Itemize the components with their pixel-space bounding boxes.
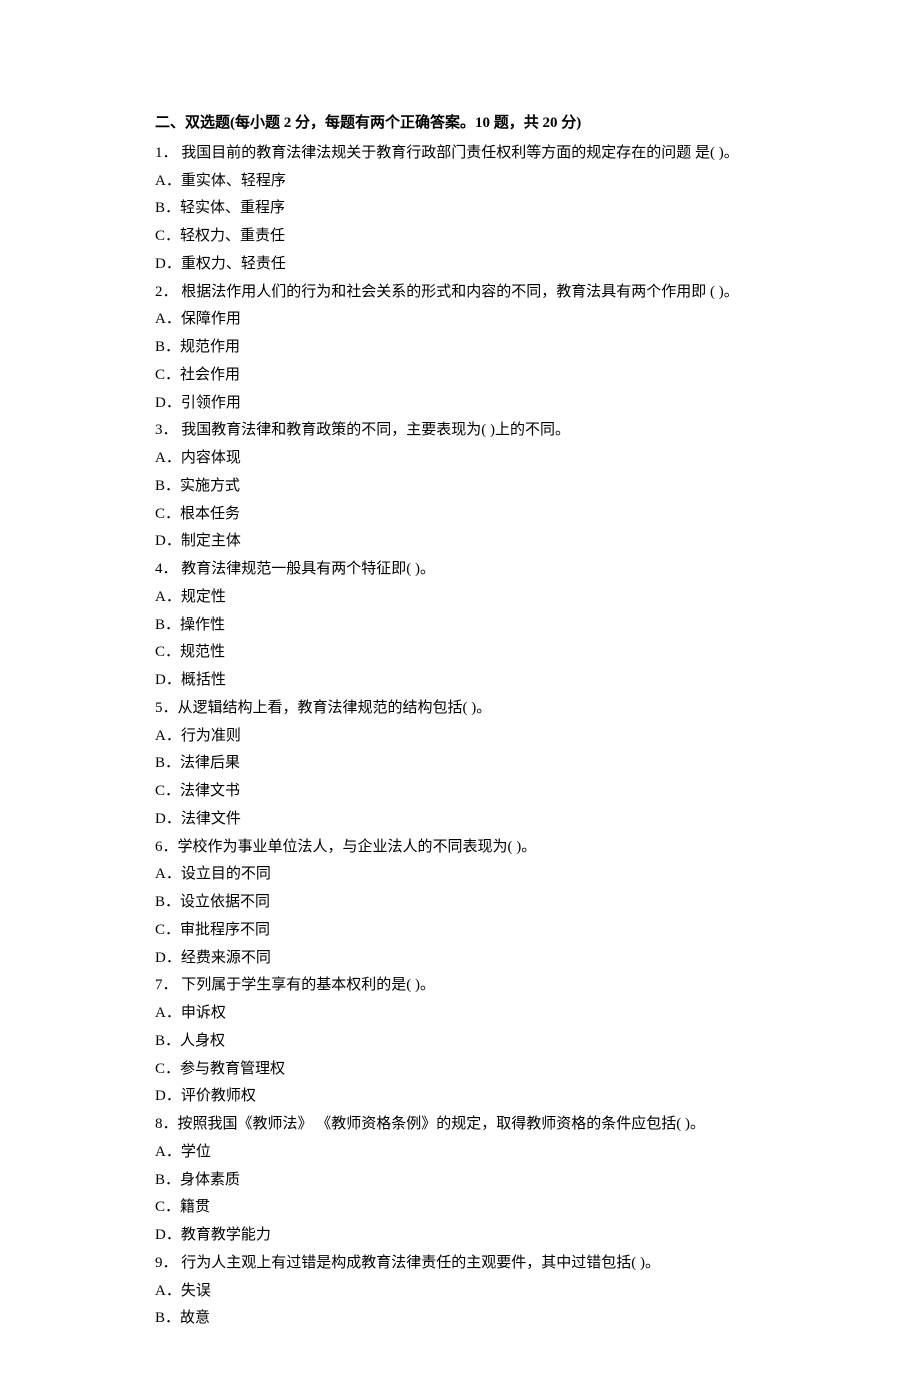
question-text: 按照我国《教师法》 《教师资格条例》的规定，取得教师资格的条件应包括( )。 bbox=[178, 1116, 706, 1132]
option-c: C．法律文书 bbox=[155, 778, 765, 806]
question-number: 4． bbox=[155, 561, 178, 577]
question-text: 根据法作用人们的行为和社会关系的形式和内容的不同，教育法具有两个作用即 ( )。 bbox=[178, 284, 739, 300]
option-b: B．规范作用 bbox=[155, 334, 765, 362]
option-a: A．申诉权 bbox=[155, 1000, 765, 1028]
option-b: B．操作性 bbox=[155, 612, 765, 640]
question-number: 5． bbox=[155, 700, 178, 716]
option-d: D．概括性 bbox=[155, 667, 765, 695]
option-a: A．内容体现 bbox=[155, 445, 765, 473]
option-d: D．法律文件 bbox=[155, 806, 765, 834]
question-text: 下列属于学生享有的基本权利的是( )。 bbox=[178, 977, 436, 993]
question-7: 7． 下列属于学生享有的基本权利的是( )。 A．申诉权 B．人身权 C．参与教… bbox=[155, 972, 765, 1111]
question-text: 行为人主观上有过错是构成教育法律责任的主观要件，其中过错包括( )。 bbox=[178, 1255, 661, 1271]
question-stem: 6．学校作为事业单位法人，与企业法人的不同表现为( )。 bbox=[155, 834, 765, 862]
question-number: 3． bbox=[155, 422, 178, 438]
option-c: C．参与教育管理权 bbox=[155, 1056, 765, 1084]
question-4: 4． 教育法律规范一般具有两个特征即( )。 A．规定性 B．操作性 C．规范性… bbox=[155, 556, 765, 695]
option-d: D．教育教学能力 bbox=[155, 1222, 765, 1250]
question-number: 6． bbox=[155, 839, 178, 855]
option-a: A．失误 bbox=[155, 1278, 765, 1306]
option-b: B．设立依据不同 bbox=[155, 889, 765, 917]
question-number: 1． bbox=[155, 145, 178, 161]
option-a: A．设立目的不同 bbox=[155, 861, 765, 889]
question-stem: 7． 下列属于学生享有的基本权利的是( )。 bbox=[155, 972, 765, 1000]
option-b: B．轻实体、重程序 bbox=[155, 195, 765, 223]
option-b: B．身体素质 bbox=[155, 1167, 765, 1195]
question-6: 6．学校作为事业单位法人，与企业法人的不同表现为( )。 A．设立目的不同 B．… bbox=[155, 834, 765, 973]
question-stem: 1． 我国目前的教育法律法规关于教育行政部门责任权利等方面的规定存在的问题 是(… bbox=[155, 140, 765, 168]
option-c: C．社会作用 bbox=[155, 362, 765, 390]
question-text: 从逻辑结构上看，教育法律规范的结构包括( )。 bbox=[178, 700, 492, 716]
option-d: D．重权力、轻责任 bbox=[155, 251, 765, 279]
option-c: C．籍贯 bbox=[155, 1194, 765, 1222]
option-a: A．规定性 bbox=[155, 584, 765, 612]
option-c: C．根本任务 bbox=[155, 501, 765, 529]
question-text: 学校作为事业单位法人，与企业法人的不同表现为( )。 bbox=[178, 839, 537, 855]
question-5: 5．从逻辑结构上看，教育法律规范的结构包括( )。 A．行为准则 B．法律后果 … bbox=[155, 695, 765, 834]
question-2: 2． 根据法作用人们的行为和社会关系的形式和内容的不同，教育法具有两个作用即 (… bbox=[155, 279, 765, 418]
question-9: 9． 行为人主观上有过错是构成教育法律责任的主观要件，其中过错包括( )。 A．… bbox=[155, 1250, 765, 1333]
question-number: 7． bbox=[155, 977, 178, 993]
question-number: 9． bbox=[155, 1255, 178, 1271]
option-c: C．审批程序不同 bbox=[155, 917, 765, 945]
option-d: D．制定主体 bbox=[155, 528, 765, 556]
option-b: B．法律后果 bbox=[155, 750, 765, 778]
option-b: B．故意 bbox=[155, 1305, 765, 1333]
question-stem: 5．从逻辑结构上看，教育法律规范的结构包括( )。 bbox=[155, 695, 765, 723]
question-number: 8． bbox=[155, 1116, 178, 1132]
question-number: 2． bbox=[155, 284, 178, 300]
question-8: 8．按照我国《教师法》 《教师资格条例》的规定，取得教师资格的条件应包括( )。… bbox=[155, 1111, 765, 1250]
option-d: D．经费来源不同 bbox=[155, 945, 765, 973]
question-text: 我国目前的教育法律法规关于教育行政部门责任权利等方面的规定存在的问题 是( )。 bbox=[178, 145, 739, 161]
question-stem: 9． 行为人主观上有过错是构成教育法律责任的主观要件，其中过错包括( )。 bbox=[155, 1250, 765, 1278]
option-a: A．保障作用 bbox=[155, 306, 765, 334]
option-b: B．实施方式 bbox=[155, 473, 765, 501]
option-c: C．规范性 bbox=[155, 639, 765, 667]
option-d: D．评价教师权 bbox=[155, 1083, 765, 1111]
question-stem: 4． 教育法律规范一般具有两个特征即( )。 bbox=[155, 556, 765, 584]
question-text: 教育法律规范一般具有两个特征即( )。 bbox=[178, 561, 436, 577]
question-3: 3． 我国教育法律和教育政策的不同，主要表现为( )上的不同。 A．内容体现 B… bbox=[155, 417, 765, 556]
option-a: A．重实体、轻程序 bbox=[155, 168, 765, 196]
section-title: 二、双选题(每小题 2 分，每题有两个正确答案。10 题，共 20 分) bbox=[155, 110, 765, 138]
option-a: A．行为准则 bbox=[155, 723, 765, 751]
question-stem: 2． 根据法作用人们的行为和社会关系的形式和内容的不同，教育法具有两个作用即 (… bbox=[155, 279, 765, 307]
option-a: A．学位 bbox=[155, 1139, 765, 1167]
question-stem: 3． 我国教育法律和教育政策的不同，主要表现为( )上的不同。 bbox=[155, 417, 765, 445]
option-c: C．轻权力、重责任 bbox=[155, 223, 765, 251]
option-b: B．人身权 bbox=[155, 1028, 765, 1056]
question-1: 1． 我国目前的教育法律法规关于教育行政部门责任权利等方面的规定存在的问题 是(… bbox=[155, 140, 765, 279]
question-stem: 8．按照我国《教师法》 《教师资格条例》的规定，取得教师资格的条件应包括( )。 bbox=[155, 1111, 765, 1139]
question-text: 我国教育法律和教育政策的不同，主要表现为( )上的不同。 bbox=[178, 422, 571, 438]
option-d: D．引领作用 bbox=[155, 390, 765, 418]
